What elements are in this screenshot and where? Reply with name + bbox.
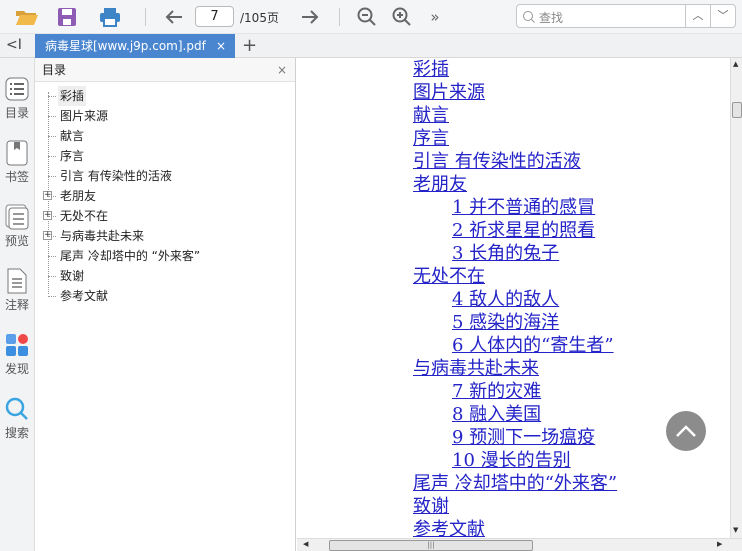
zoom-out-icon[interactable] [355,5,379,29]
zoom-in-icon[interactable] [390,5,414,29]
toc-item-label: 老朋友 [60,189,97,203]
search-input[interactable]: 查找 [539,9,563,26]
vertical-scrollbar[interactable]: ▲ ▼ [730,58,742,538]
toc-link[interactable]: 致谢 [413,495,449,518]
horizontal-scrollbar[interactable]: ◀ ||| ▶ [297,538,742,551]
add-tab-button[interactable]: + [242,35,257,56]
previous-page-icon[interactable] [162,5,186,29]
toc-item-label: 参考文献 [60,289,109,303]
tab-bar: <I 病毒星球[www.j9p.com].pdf × + [0,34,742,58]
more-tools-button[interactable]: » [426,5,444,29]
toc-item-label: 图片来源 [60,109,109,123]
search-icon [523,11,535,23]
toc-link[interactable]: 引言 有传染性的活液 [413,150,581,173]
toc-item[interactable]: 引言 有传染性的活液 [35,166,295,186]
print-icon[interactable] [97,5,123,29]
toc-link[interactable]: 献言 [413,104,449,127]
toc-link[interactable]: 5 感染的海洋 [452,311,559,334]
toc-item[interactable]: 尾声 冷却塔中的 “外来客” [35,246,295,266]
toc-link[interactable]: 尾声 冷却塔中的“外来客” [413,472,617,495]
toc-item-label: 与病毒共赴未来 [60,229,145,243]
collapse-sidebar-button[interactable]: <I [6,37,22,53]
toc-link[interactable]: 8 融入美国 [452,403,541,426]
toc-item-label: 序言 [60,149,85,163]
tab-document[interactable]: 病毒星球[www.j9p.com].pdf × [35,34,235,58]
toc-item[interactable]: 图片来源 [35,106,295,126]
search-next-button[interactable]: ﹀ [710,5,735,27]
toc-item-label: 引言 有传染性的活液 [60,169,172,183]
toolbar: 7 /105页 » 查找 ︿ ﹀ [0,0,742,34]
rail-label: 搜索 [4,426,29,440]
toc-panel: 目录 × 彩插图片来源献言序言引言 有传染性的活液 + 老朋友 + 无处不在 + 与病毒共赴未… [35,58,296,551]
toc-link[interactable]: 4 敌人的敌人 [452,288,559,311]
toc-link[interactable]: 序言 [413,127,449,150]
toc-item-label: 献言 [60,129,85,143]
chevron-up-icon [676,425,696,437]
toc-link[interactable]: 10 漫长的告别 [452,449,571,472]
toc-link[interactable]: 9 预测下一场瘟疫 [452,426,595,449]
toc-item[interactable]: 彩插 [35,86,295,106]
rail-item-preview[interactable]: 预览 [0,204,34,249]
panel-title: 目录 [42,63,67,77]
open-folder-icon[interactable] [14,5,40,29]
toc-link[interactable]: 参考文献 [413,518,485,538]
tab-title: 病毒星球[www.j9p.com].pdf [45,39,206,53]
toc-item[interactable]: 序言 [35,146,295,166]
toc-link[interactable]: 无处不在 [413,265,485,288]
search-box: 查找 ︿ ﹀ [516,4,736,28]
toc-link[interactable]: 7 新的灾难 [452,380,541,403]
toc-item-label: 无处不在 [60,209,109,223]
close-panel-icon[interactable]: × [277,58,287,82]
back-to-top-button[interactable] [666,411,706,451]
rail-label: 注释 [4,298,29,312]
bookmark-icon [5,140,29,166]
scroll-thumb[interactable]: ||| [329,540,533,551]
search-prev-button[interactable]: ︿ [685,5,710,27]
list-icon [5,76,29,102]
rail-label: 目录 [4,106,29,120]
rail-item-discover[interactable]: 发现 [0,332,34,377]
rail-item-toc[interactable]: 目录 [0,76,34,121]
document-page: 彩插 图片来源 献言 序言 引言 有传染性的活液 老朋友 1 并不普通的感冒 2 祈求星星的照… [297,58,730,538]
toc-link[interactable]: 1 并不普通的感冒 [452,196,595,219]
page-total: /105页 [240,11,279,25]
page-number-input[interactable]: 7 [195,6,234,27]
rail-label: 发现 [4,362,29,376]
toc-item[interactable]: 献言 [35,126,295,146]
close-tab-icon[interactable]: × [216,34,226,58]
scroll-thumb[interactable] [732,102,742,118]
toc-item[interactable]: + 与病毒共赴未来 [35,226,295,246]
toc-item[interactable]: + 无处不在 [35,206,295,226]
toc-link[interactable]: 老朋友 [413,173,467,196]
apps-icon [5,332,29,358]
toc-link[interactable]: 彩插 [413,58,449,81]
toc-item[interactable]: + 老朋友 [35,186,295,206]
rail-label: 预览 [4,234,29,248]
toc-item[interactable]: 参考文献 [35,286,295,306]
note-icon [5,268,29,294]
toc-link[interactable]: 图片来源 [413,81,485,104]
toc-link[interactable]: 2 祈求星星的照看 [452,219,595,242]
rail-item-bookmarks[interactable]: 书签 [0,140,34,185]
search-icon [5,396,29,422]
toc-link[interactable]: 6 人体内的“寄生者” [452,334,614,357]
rail-label: 书签 [4,170,29,184]
next-page-icon[interactable] [298,5,322,29]
pages-icon [5,204,29,230]
sidebar-rail: 目录 书签 预览 注释 发现 搜索 [0,58,35,551]
save-icon[interactable] [55,5,79,29]
toc-item[interactable]: 致谢 [35,266,295,286]
toc-item-label: 彩插 [58,86,87,106]
toc-item-label: 致谢 [60,269,85,283]
toc-item-label: 尾声 冷却塔中的 “外来客” [60,249,201,263]
toc-link[interactable]: 与病毒共赴未来 [413,357,539,380]
rail-item-search[interactable]: 搜索 [0,396,34,441]
rail-item-annotations[interactable]: 注释 [0,268,34,313]
toc-link[interactable]: 3 长角的兔子 [452,242,559,265]
